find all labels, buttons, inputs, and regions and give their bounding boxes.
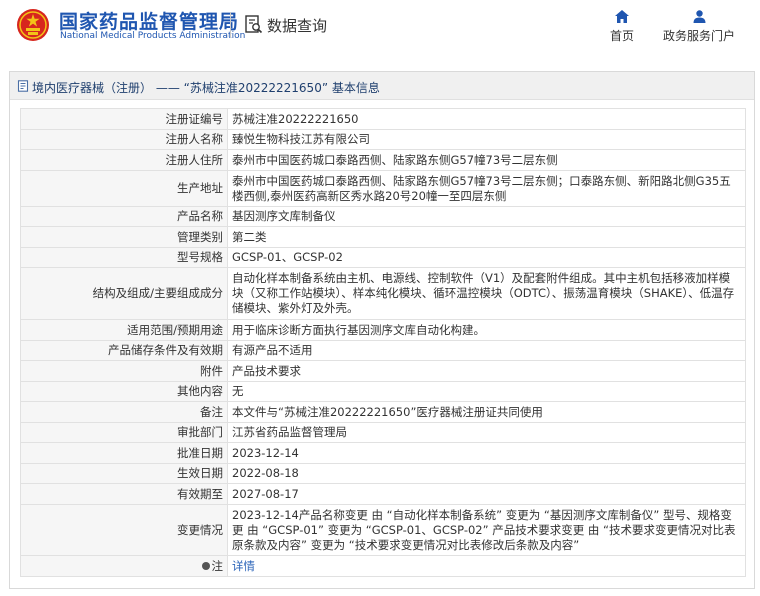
field-value: 产品技术要求	[227, 360, 746, 382]
table-row: 变更情况 2023-12-14产品名称变更 由 “自动化样本制备系统” 变更为 “…	[20, 504, 746, 556]
table-row: 管理类别 第二类	[20, 226, 746, 248]
field-value: 臻悦生物科技江苏有限公司	[227, 129, 746, 150]
detail-panel: 境内医疗器械（注册） —— “苏械注准20222221650” 基本信息 注册证…	[9, 71, 755, 589]
table-row: 注册人名称 臻悦生物科技江苏有限公司	[20, 129, 746, 150]
field-value: 江苏省药品监督管理局	[227, 422, 746, 443]
field-value: 苏械注准20222221650	[227, 108, 746, 130]
panel-header: 境内医疗器械（注册） —— “苏械注准20222221650” 基本信息	[10, 72, 754, 100]
note-value-cell: 详情	[227, 555, 746, 577]
table-row: 型号规格 GCSP-01、GCSP-02	[20, 247, 746, 268]
table-row: 批准日期 2023-12-14	[20, 442, 746, 464]
field-label: 变更情况	[20, 504, 228, 556]
field-label: 结构及组成/主要组成成分	[20, 267, 228, 320]
document-icon	[17, 80, 29, 92]
field-label: 备注	[20, 401, 228, 423]
table-row: 注册证编号 苏械注准20222221650	[20, 108, 746, 130]
field-label: 有效期至	[20, 483, 228, 505]
field-value: 2022-08-18	[227, 463, 746, 484]
field-label: 适用范围/预期用途	[20, 319, 228, 341]
field-label: 附件	[20, 360, 228, 382]
field-label: 其他内容	[20, 381, 228, 402]
lightbulb-icon	[201, 561, 210, 570]
national-emblem-icon	[17, 9, 49, 41]
field-value: 基因测序文库制备仪	[227, 206, 746, 227]
table-row: 注册人住所 泰州市中国医药城口泰路西侧、陆家路东侧G57幢73号二层东侧	[20, 149, 746, 171]
nav-service-portal[interactable]: 政务服务门户	[652, 10, 746, 44]
field-value: 2027-08-17	[227, 483, 746, 505]
field-label: 型号规格	[20, 247, 228, 268]
table-row: 结构及组成/主要组成成分 自动化样本制备系统由主机、电源线、控制软件（V1）及配套…	[20, 267, 746, 320]
field-value: 泰州市中国医药城口泰路西侧、陆家路东侧G57幢73号二层东侧；口泰路东侧、新阳路…	[227, 170, 746, 207]
table-row: 生效日期 2022-08-18	[20, 463, 746, 484]
field-label: 批准日期	[20, 442, 228, 464]
note-label: 注	[211, 558, 224, 573]
table-row: 适用范围/预期用途 用于临床诊断方面执行基因测序文库自动化构建。	[20, 319, 746, 341]
field-value: 泰州市中国医药城口泰路西侧、陆家路东侧G57幢73号二层东侧	[227, 149, 746, 171]
table-row: 备注 本文件与“苏械注准20222221650”医疗器械注册证共同使用	[20, 401, 746, 423]
details-link[interactable]: 详情	[232, 559, 255, 573]
field-label: 注册人住所	[20, 149, 228, 171]
field-value: 自动化样本制备系统由主机、电源线、控制软件（V1）及配套附件组成。其中主机包括移…	[227, 267, 746, 320]
user-icon	[693, 10, 705, 23]
field-label: 注册人名称	[20, 129, 228, 150]
field-label: 产品名称	[20, 206, 228, 227]
nav-home[interactable]: 首页	[596, 10, 648, 44]
header-divider	[230, 12, 231, 38]
info-table: 注册证编号 苏械注准20222221650 注册人名称 臻悦生物科技江苏有限公司 注…	[20, 108, 746, 577]
table-row: 其他内容无	[20, 381, 746, 402]
field-label: 生产地址	[20, 170, 228, 207]
home-icon	[615, 10, 629, 23]
field-value: GCSP-01、GCSP-02	[227, 247, 746, 268]
field-value: 本文件与“苏械注准20222221650”医疗器械注册证共同使用	[227, 401, 746, 423]
site-header: 国家药品监督管理局 National Medical Products Admi…	[0, 0, 760, 56]
table-row: 附件 产品技术要求	[20, 360, 746, 382]
nav-service-portal-label: 政务服务门户	[662, 29, 735, 43]
table-row: 产品名称 基因测序文库制备仪	[20, 206, 746, 227]
field-label: 生效日期	[20, 463, 228, 484]
field-value: 第二类	[227, 226, 746, 248]
site-logo-title[interactable]: 国家药品监督管理局	[59, 7, 239, 34]
table-row: 有效期至 2027-08-17	[20, 483, 746, 505]
field-label: 管理类别	[20, 226, 228, 248]
document-search-icon	[245, 15, 263, 34]
table-row: 产品储存条件及有效期 有源产品不适用	[20, 340, 746, 361]
note-label-cell: 注	[20, 555, 228, 577]
field-label: 产品储存条件及有效期	[20, 340, 228, 361]
field-value: 用于临床诊断方面执行基因测序文库自动化构建。	[227, 319, 746, 341]
field-label: 审批部门	[20, 422, 228, 443]
nav-home-label: 首页	[609, 29, 634, 43]
field-value: 无	[227, 381, 746, 402]
site-logo-subtitle[interactable]: National Medical Products Administration	[60, 31, 245, 41]
table-row-note: 注 详情	[20, 555, 746, 577]
field-label: 注册证编号	[20, 108, 228, 130]
field-value: 有源产品不适用	[227, 340, 746, 361]
table-row: 审批部门 江苏省药品监督管理局	[20, 422, 746, 443]
panel-title: 境内医疗器械（注册） —— “苏械注准20222221650” 基本信息	[32, 81, 380, 95]
field-value: 2023-12-14产品名称变更 由 “自动化样本制备系统” 变更为 “基因测序…	[227, 504, 746, 556]
table-row: 生产地址 泰州市中国医药城口泰路西侧、陆家路东侧G57幢73号二层东侧；口泰路东侧…	[20, 170, 746, 207]
field-value: 2023-12-14	[227, 442, 746, 464]
data-query-label: 数据查询	[267, 17, 328, 35]
